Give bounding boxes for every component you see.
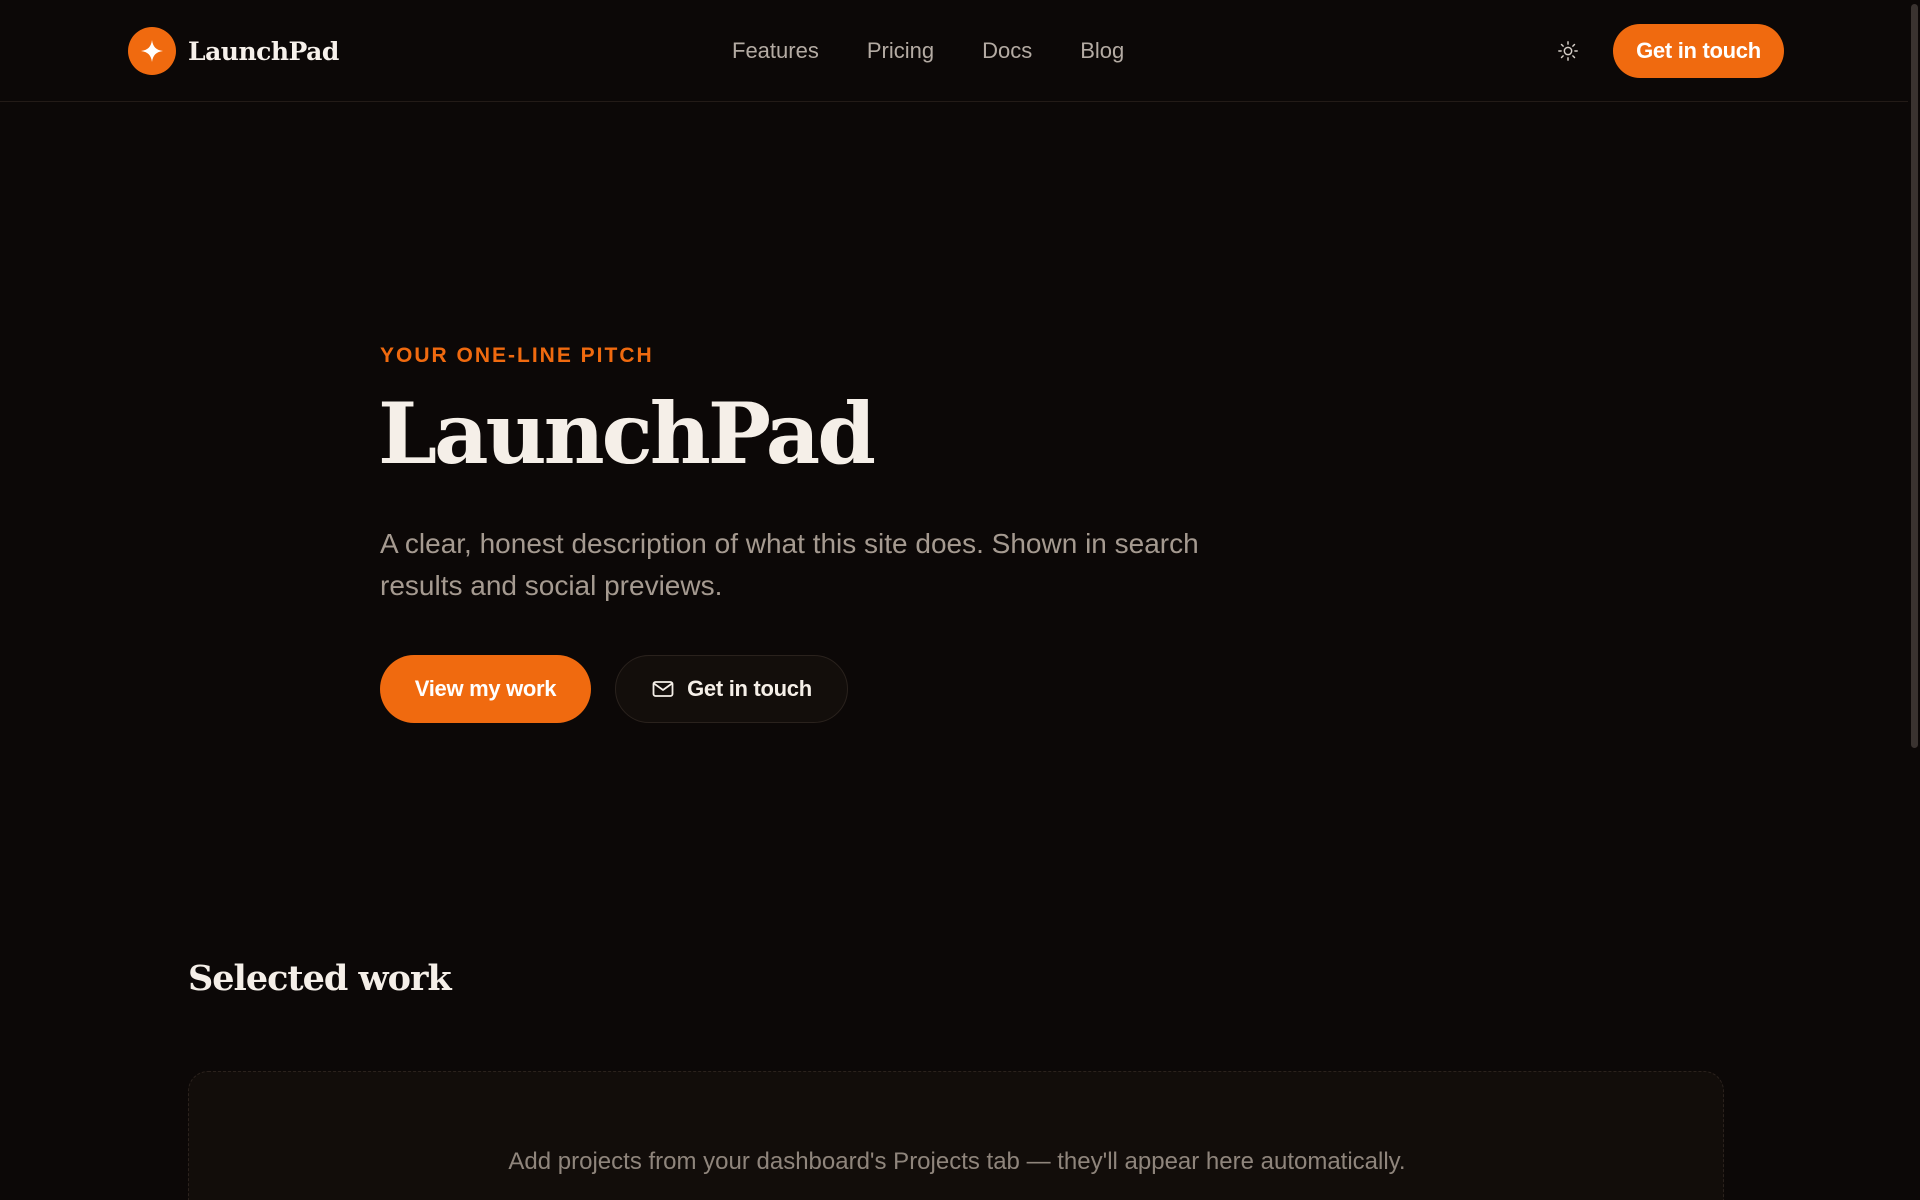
get-in-touch-button[interactable]: Get in touch	[615, 655, 848, 723]
empty-state-message: Add projects from your dashboard's Proje…	[508, 1148, 1406, 1175]
nav-link-blog[interactable]: Blog	[1080, 38, 1124, 64]
header-get-in-touch-button[interactable]: Get in touch	[1613, 24, 1784, 78]
sun-icon	[1558, 41, 1578, 61]
scrollbar-thumb[interactable]	[1911, 4, 1918, 748]
projects-empty-state: Add projects from your dashboard's Proje…	[188, 1071, 1724, 1200]
view-my-work-button[interactable]: View my work	[380, 655, 591, 723]
sparkle-icon	[128, 27, 176, 75]
brand-name: LaunchPad	[188, 36, 339, 66]
hero-title: LaunchPad	[378, 384, 876, 483]
nav-link-features[interactable]: Features	[732, 38, 819, 64]
mail-icon	[652, 681, 674, 697]
main-nav: Features Pricing Docs Blog	[732, 33, 1124, 69]
page: LaunchPad Features Pricing Docs Blog Get…	[0, 0, 1920, 1200]
hero-eyebrow: YOUR ONE-LINE PITCH	[380, 344, 654, 367]
get-in-touch-label: Get in touch	[687, 676, 812, 701]
scrollbar[interactable]	[1908, 0, 1920, 1200]
selected-work-title: Selected work	[188, 958, 452, 999]
theme-toggle-button[interactable]	[1553, 36, 1583, 66]
hero-description: A clear, honest description of what this…	[380, 528, 1199, 601]
brand-logo-link[interactable]: LaunchPad	[128, 27, 339, 75]
site-header: LaunchPad Features Pricing Docs Blog Get…	[0, 0, 1920, 102]
nav-link-pricing[interactable]: Pricing	[867, 38, 934, 64]
nav-link-docs[interactable]: Docs	[982, 38, 1032, 64]
